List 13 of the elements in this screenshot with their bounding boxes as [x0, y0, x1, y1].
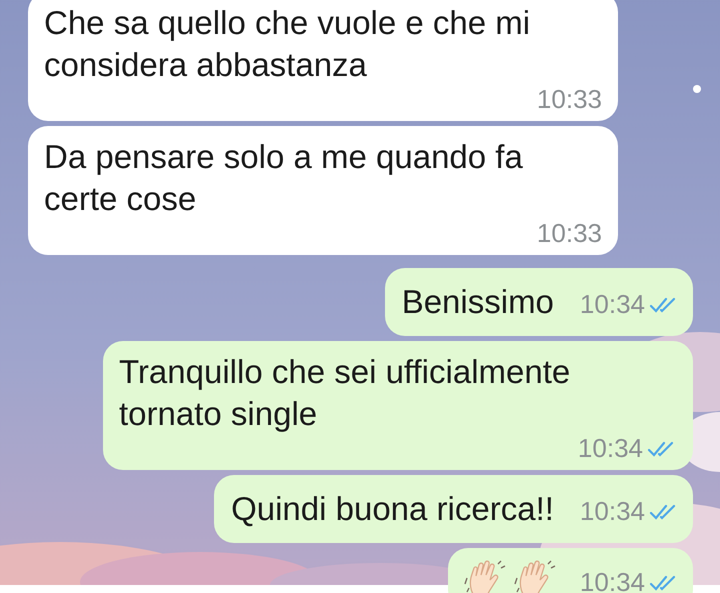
- message-text: Tranquillo che sei ufficialmente tornato single: [119, 352, 572, 434]
- message-text: Da pensare solo a me quando fa certe cose: [44, 137, 524, 219]
- message-time: 10:33: [536, 83, 602, 116]
- message-time: 10:33: [536, 217, 602, 250]
- message-time: 10:34: [580, 288, 645, 321]
- message-time: 10:34: [580, 566, 645, 593]
- message-text: Benissimo: [402, 282, 554, 322]
- message-time: 10:34: [580, 495, 645, 528]
- message-time: 10:34: [578, 432, 643, 465]
- message-text: Quindi buona ricerca!!: [231, 489, 554, 529]
- waving-hand-icon: [514, 558, 558, 593]
- message-text: Che sa quello che vuole e che mi considera abbastanza: [44, 3, 532, 85]
- waving-hand-icon: [464, 558, 508, 593]
